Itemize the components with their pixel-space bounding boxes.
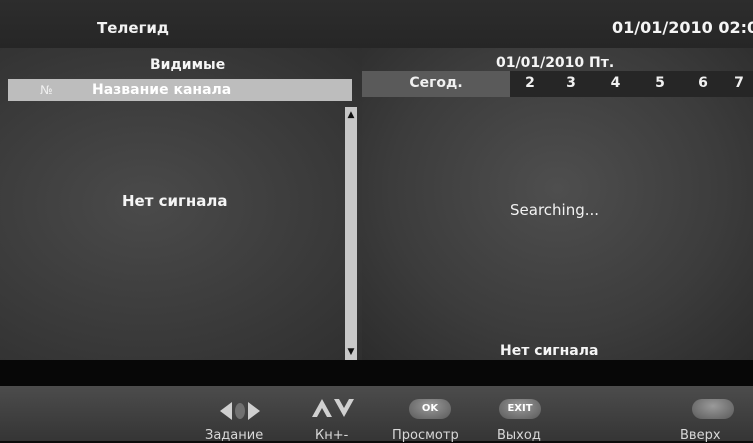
- day-tabs: Сегод. 2 3 4 5 6 7: [362, 71, 753, 97]
- scroll-down-icon[interactable]: ▼: [346, 346, 356, 358]
- blank-button-icon[interactable]: [692, 399, 734, 419]
- up-down-arrows-icon[interactable]: [310, 397, 356, 419]
- tab-day-7[interactable]: 7: [725, 71, 753, 97]
- tab-day-3[interactable]: 3: [550, 71, 592, 97]
- tab-day-2[interactable]: 2: [510, 71, 550, 97]
- exit-button-icon[interactable]: EXIT: [499, 399, 541, 419]
- channel-group-title[interactable]: Видимые: [150, 57, 225, 73]
- tab-day-5[interactable]: 5: [639, 71, 681, 97]
- channel-list-status: Нет сигнала: [122, 192, 228, 210]
- tab-day-6[interactable]: 6: [681, 71, 725, 97]
- left-right-arrows-icon[interactable]: [218, 400, 262, 422]
- tab-today[interactable]: Сегод.: [362, 71, 510, 97]
- tab-day-4[interactable]: 4: [592, 71, 639, 97]
- epg-status: Нет сигнала: [500, 343, 599, 359]
- channel-list-scrollbar[interactable]: ▲ ▼: [345, 107, 357, 360]
- column-number: №: [40, 83, 53, 97]
- channel-list-header-row[interactable]: № Название канала: [8, 79, 352, 101]
- column-channel-name: Название канала: [92, 82, 232, 98]
- page-title: Телегид: [97, 19, 170, 37]
- epg-date: 01/01/2010 Пт.: [496, 55, 615, 71]
- epg-searching-text: Searching...: [510, 201, 600, 219]
- clock: 01/01/2010 02:06: [612, 18, 753, 37]
- ok-button-icon[interactable]: OK: [409, 399, 451, 419]
- scroll-up-icon[interactable]: ▲: [346, 109, 356, 121]
- info-bar: [0, 360, 753, 386]
- key-hint-bar: [0, 386, 753, 441]
